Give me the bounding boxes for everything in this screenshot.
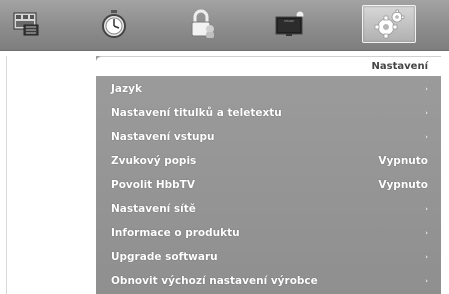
menu-item-label: Nastavení sítě bbox=[111, 203, 196, 215]
timer-icon[interactable] bbox=[88, 5, 140, 43]
media-browser-icon[interactable] bbox=[0, 5, 52, 43]
settings-gears-icon[interactable] bbox=[362, 5, 416, 43]
menu-item[interactable]: Obnovit výchozí nastavení výrobce › bbox=[96, 269, 441, 293]
left-panel bbox=[6, 56, 95, 294]
menu-item-label: Informace o produktu bbox=[111, 227, 240, 239]
menu-item-label: Nastavení titulků a teletextu bbox=[111, 107, 282, 119]
menu-item[interactable]: Informace o produktu › bbox=[96, 221, 441, 245]
top-navigation-bar: SHARP bbox=[0, 0, 449, 51]
svg-text:SHARP: SHARP bbox=[284, 19, 294, 23]
menu-item[interactable]: Nastavení sítě › bbox=[96, 197, 441, 221]
submenu-arrow-icon: › bbox=[425, 277, 428, 285]
menu-item[interactable]: Upgrade softwaru › bbox=[96, 245, 441, 269]
menu-item-label: Upgrade softwaru bbox=[111, 251, 218, 263]
menu-item-label: Zvukový popis bbox=[111, 155, 197, 167]
menu-item-label: Povolit HbbTV bbox=[111, 179, 195, 191]
menu-item[interactable]: Nastavení vstupu › bbox=[96, 125, 441, 149]
menu-item-label: Jazyk bbox=[111, 83, 142, 95]
menu-item[interactable]: Nastavení titulků a teletextu › bbox=[96, 101, 441, 125]
settings-menu: Nastavení Jazyk › Nastavení titulků a tele… bbox=[96, 56, 441, 294]
submenu-arrow-icon: › bbox=[425, 109, 428, 117]
submenu-arrow-icon: › bbox=[425, 85, 428, 93]
submenu-arrow-icon: › bbox=[425, 229, 428, 237]
menu-item[interactable]: Zvukový popis Vypnuto bbox=[96, 149, 441, 173]
submenu-arrow-icon: › bbox=[425, 205, 428, 213]
menu-item[interactable]: Povolit HbbTV Vypnuto bbox=[96, 173, 441, 197]
submenu-arrow-icon: › bbox=[425, 133, 428, 141]
parental-lock-icon[interactable] bbox=[176, 5, 228, 43]
menu-item-label: Nastavení vstupu bbox=[111, 131, 215, 143]
menu-item-value: Vypnuto bbox=[378, 155, 428, 167]
menu-item-label: Obnovit výchozí nastavení výrobce bbox=[111, 275, 318, 287]
menu-title: Nastavení bbox=[96, 56, 441, 76]
tv-display-icon[interactable]: SHARP bbox=[264, 5, 316, 43]
menu-item[interactable]: Jazyk › bbox=[96, 77, 441, 101]
menu-item-value: Vypnuto bbox=[378, 179, 428, 191]
submenu-arrow-icon: › bbox=[425, 253, 428, 261]
